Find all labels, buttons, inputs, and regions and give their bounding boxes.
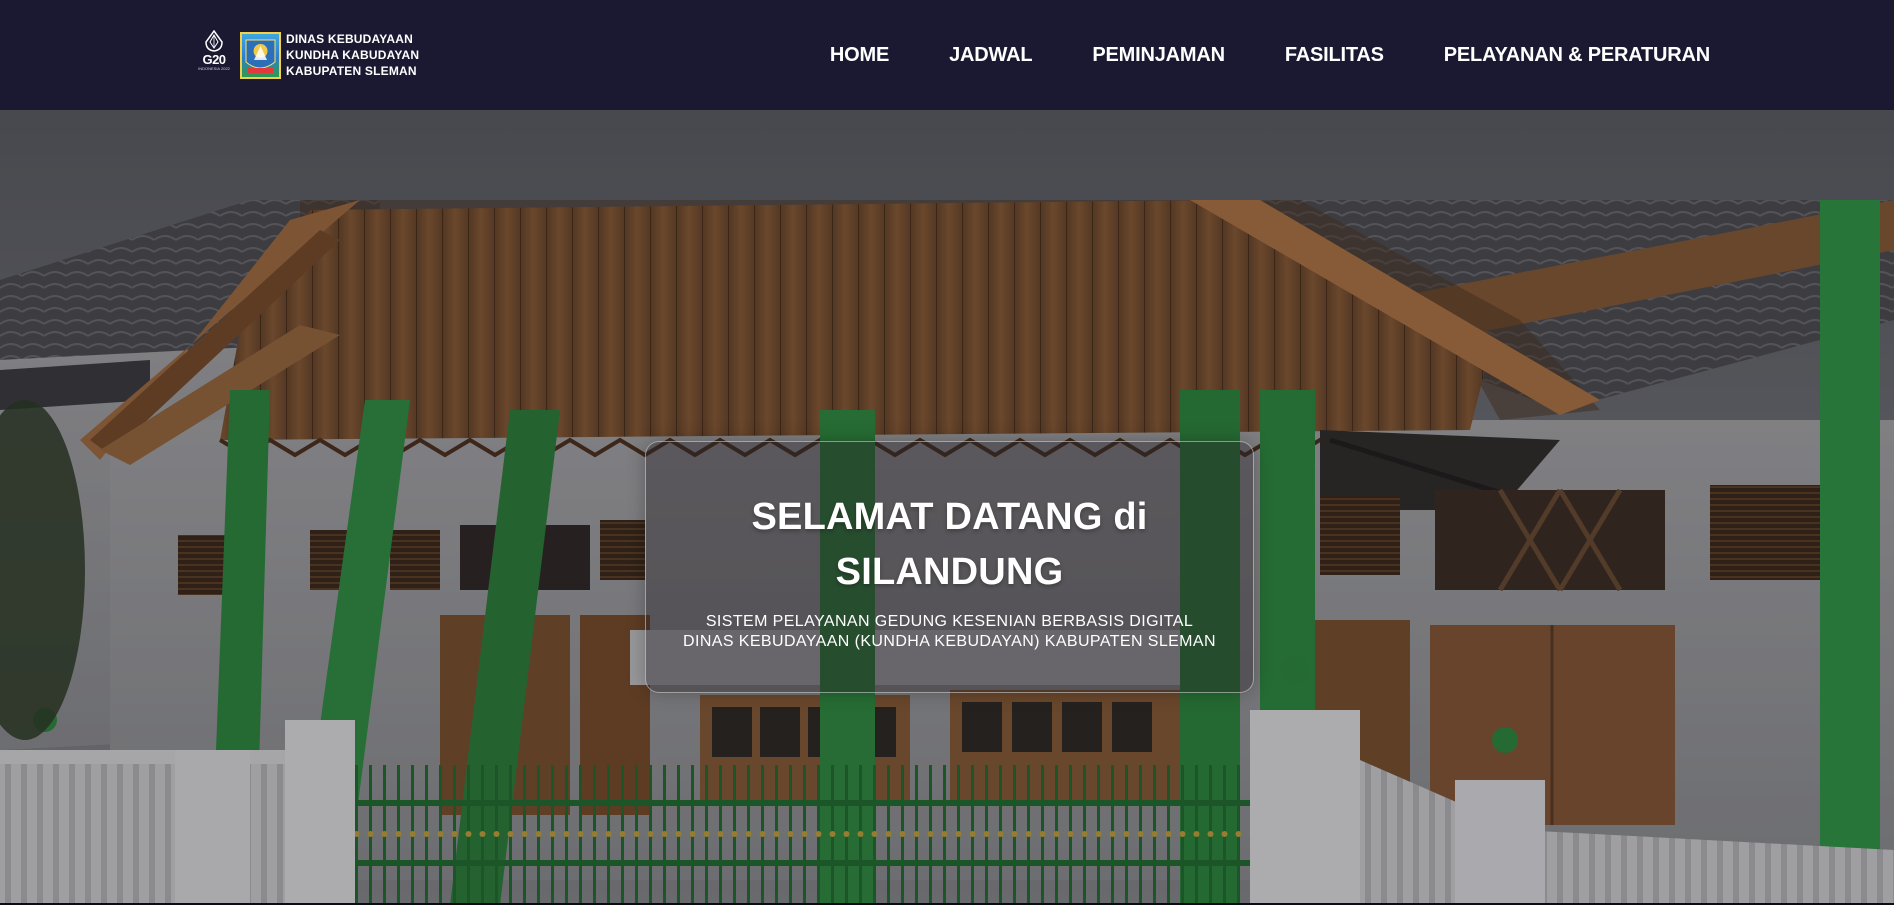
welcome-card: SELAMAT DATANG di SILANDUNG SISTEM PELAY…	[645, 441, 1254, 693]
nav-home[interactable]: HOME	[830, 44, 889, 67]
g20-logo: G20 INDONESIA 2022	[198, 30, 230, 80]
hero-subtitle-line-2: DINAS KEBUDAYAAN (KUNDHA KEBUDAYAN) KABU…	[683, 633, 1216, 650]
hero-section: SELAMAT DATANG di SILANDUNG SISTEM PELAY…	[0, 110, 1894, 905]
g20-label: G20	[202, 52, 226, 67]
brand-logo-link[interactable]: G20 INDONESIA 2022 DINAS KEBUDAYAAN KUND…	[198, 30, 419, 80]
hero-title-line-1: SELAMAT DATANG di	[751, 496, 1148, 538]
sleman-emblem-icon	[240, 31, 281, 79]
hero-title-line-2: SILANDUNG	[835, 551, 1064, 593]
nav-peminjaman[interactable]: PEMINJAMAN	[1092, 44, 1225, 67]
hero-subtitle: SISTEM PELAYANAN GEDUNG KESENIAN BERBASI…	[646, 612, 1253, 652]
g20-sublabel: INDONESIA 2022	[198, 66, 230, 71]
hero-subtitle-line-1: SISTEM PELAYANAN GEDUNG KESENIAN BERBASI…	[705, 613, 1194, 630]
brand-text: DINAS KEBUDAYAAN KUNDHA KABUDAYAN KABUPA…	[286, 31, 419, 79]
top-navbar: G20 INDONESIA 2022 DINAS KEBUDAYAAN KUND…	[0, 0, 1894, 110]
nav-fasilitas[interactable]: FASILITAS	[1285, 44, 1384, 67]
brand-line-3: KABUPATEN SLEMAN	[286, 64, 417, 78]
brand-line-1: DINAS KEBUDAYAAN	[286, 32, 414, 46]
hero-title: SELAMAT DATANG di SILANDUNG	[646, 490, 1253, 600]
nav-pelayanan-peraturan[interactable]: PELAYANAN & PERATURAN	[1444, 44, 1710, 67]
main-nav: HOME JADWAL PEMINJAMAN FASILITAS PELAYAN…	[770, 0, 1710, 110]
nav-jadwal[interactable]: JADWAL	[949, 44, 1032, 67]
brand-line-2: KUNDHA KABUDAYAN	[286, 48, 420, 62]
g20-gunungan-icon	[205, 30, 223, 52]
